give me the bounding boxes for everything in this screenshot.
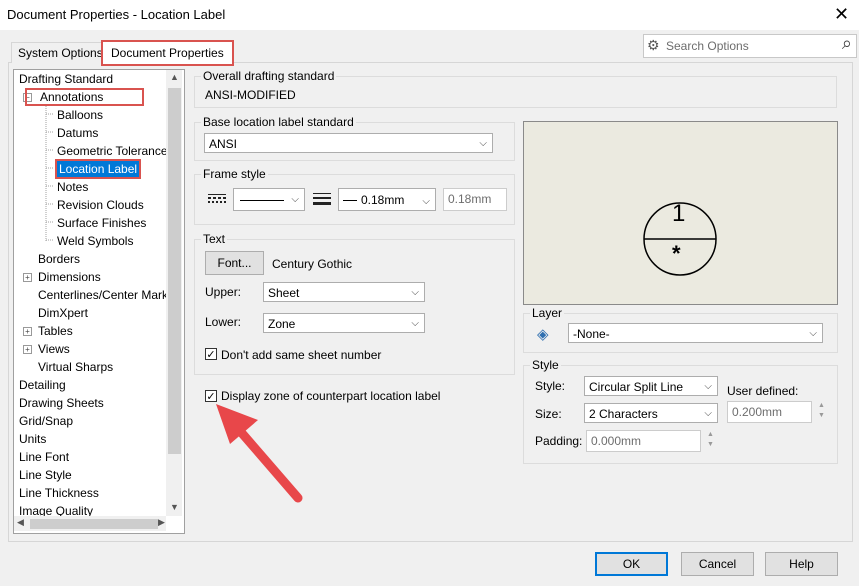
scroll-down-icon[interactable]: ▼ — [170, 502, 179, 512]
layers-icon: ◈ — [537, 326, 549, 343]
padding-field: 0.000mm — [586, 430, 701, 452]
ok-button[interactable]: OK — [595, 552, 668, 576]
expand-icon[interactable]: + — [23, 273, 32, 282]
no-sheet-label: Don't add same sheet number — [221, 348, 382, 362]
upper-select[interactable]: Sheet ⌵ — [263, 282, 425, 302]
padding-label: Padding: — [535, 434, 583, 448]
preview-lower-text: * — [672, 241, 681, 266]
layer-value: -None- — [573, 327, 610, 341]
upper-label: Upper: — [205, 285, 242, 299]
thickness-swatch — [343, 200, 357, 202]
close-icon[interactable]: ✕ — [834, 4, 849, 25]
lower-value: Zone — [268, 317, 296, 331]
cancel-button[interactable]: Cancel — [681, 552, 754, 576]
gear-icon[interactable]: ⚙ — [647, 37, 660, 54]
tree-item-dimensions[interactable]: Dimensions — [38, 268, 101, 286]
lower-label: Lower: — [205, 315, 242, 329]
scroll-left-icon[interactable]: ◀ — [17, 517, 24, 528]
tree-item-views[interactable]: Views — [38, 340, 70, 358]
base-standard-value: ANSI — [209, 137, 238, 151]
tree-hscroll-thumb[interactable] — [30, 519, 158, 529]
padding-spinner: ▲ ▼ — [707, 431, 714, 448]
scroll-right-icon[interactable]: ▶ — [158, 517, 165, 528]
font-button[interactable]: Font... — [205, 251, 264, 275]
expand-icon[interactable]: + — [23, 345, 32, 354]
line-style-icon — [208, 194, 226, 203]
tree-item-line-font[interactable]: Line Font — [19, 448, 69, 466]
layer-label: Layer — [530, 306, 565, 320]
tree-item-virtual-sharps[interactable]: Virtual Sharps — [38, 358, 113, 376]
help-button[interactable]: Help — [765, 552, 838, 576]
tree-item-detailing[interactable]: Detailing — [19, 376, 66, 394]
tree-item-centerlines[interactable]: Centerlines/Center Mark — [38, 286, 168, 304]
base-standard-select[interactable]: ANSI ⌵ — [204, 133, 493, 153]
text-group-label: Text — [201, 232, 228, 246]
thickness-value: 0.18mm — [361, 193, 405, 207]
size-value: 2 Characters — [589, 407, 658, 421]
base-standard-label: Base location label standard — [201, 115, 356, 129]
chevron-down-icon: ⌵ — [422, 196, 430, 207]
custom-thickness-field: 0.18mm — [443, 188, 507, 211]
overall-standard-value: ANSI-MODIFIED — [205, 88, 296, 102]
user-defined-spinner: ▲ ▼ — [818, 402, 825, 419]
tree-item-drawing-sheets[interactable]: Drawing Sheets — [19, 394, 104, 412]
line-thickness-select[interactable]: 0.18mm ⌵ — [338, 188, 436, 211]
chevron-down-icon: ⌵ — [291, 194, 299, 205]
lower-select[interactable]: Zone ⌵ — [263, 313, 425, 333]
style-group-label: Style — [530, 358, 561, 372]
tab-document-properties[interactable]: Document Properties — [101, 40, 234, 66]
tree-item-line-thickness[interactable]: Line Thickness — [19, 484, 99, 502]
search-placeholder: Search Options — [666, 39, 749, 53]
tree-item-units[interactable]: Units — [19, 430, 46, 448]
tree-item-dimxpert[interactable]: DimXpert — [38, 304, 88, 322]
style-value: Circular Split Line — [589, 380, 684, 394]
tab-system-options[interactable]: System Options — [11, 42, 110, 63]
size-label: Size: — [535, 407, 562, 421]
tree-item-grid-snap[interactable]: Grid/Snap — [19, 412, 73, 430]
location-label-preview: 1 * — [523, 121, 838, 305]
tree-item-geometric-tolerance[interactable]: Geometric Tolerance — [57, 142, 168, 160]
style-select[interactable]: Circular Split Line ⌵ — [584, 376, 718, 396]
user-defined-label: User defined: — [727, 384, 799, 398]
frame-style-label: Frame style — [201, 167, 268, 181]
arrow-annotation-icon — [216, 404, 303, 503]
search-icon[interactable]: ⌕ — [842, 33, 852, 54]
tree-item-line-style[interactable]: Line Style — [19, 466, 72, 484]
scroll-up-icon[interactable]: ▲ — [170, 72, 179, 82]
line-style-select[interactable]: ⌵ — [233, 188, 305, 211]
line-thickness-icon — [313, 193, 331, 205]
style-label: Style: — [535, 379, 566, 393]
tree-connectors — [45, 106, 54, 242]
chevron-down-icon: ⌵ — [479, 138, 487, 149]
size-select[interactable]: 2 Characters ⌵ — [584, 403, 718, 423]
user-defined-field: 0.200mm — [727, 401, 812, 423]
font-name: Century Gothic — [272, 257, 353, 271]
chevron-down-icon: ⌵ — [411, 287, 419, 298]
tree-scroll-thumb[interactable] — [168, 88, 181, 454]
window-title: Document Properties - Location Label — [7, 7, 226, 22]
upper-value: Sheet — [268, 286, 300, 300]
chevron-down-icon: ⌵ — [809, 328, 817, 339]
overall-standard-label: Overall drafting standard — [201, 69, 337, 83]
preview-upper-text: 1 — [672, 200, 686, 227]
layer-select[interactable]: -None- ⌵ — [568, 323, 823, 343]
chevron-down-icon: ⌵ — [704, 408, 712, 419]
no-sheet-checkbox[interactable]: ✓ — [205, 348, 217, 361]
chevron-down-icon: ⌵ — [704, 381, 712, 392]
tree-item-tables[interactable]: Tables — [38, 322, 73, 340]
expand-icon[interactable]: + — [23, 327, 32, 336]
search-input[interactable]: ⚙ Search Options ⌕ — [643, 33, 857, 58]
chevron-down-icon: ⌵ — [411, 318, 419, 329]
